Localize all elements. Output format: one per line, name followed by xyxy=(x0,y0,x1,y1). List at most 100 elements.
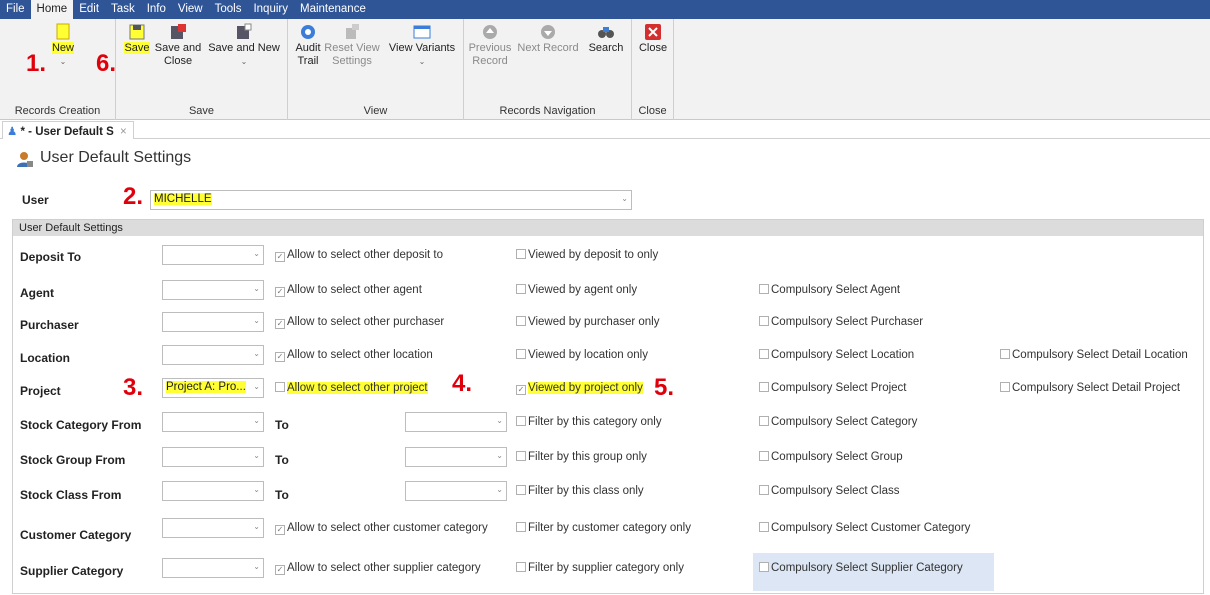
checkbox-label: Allow to select other supplier category xyxy=(287,562,481,574)
close-button[interactable]: Close xyxy=(638,23,668,55)
filter-by-customer-category-checkbox[interactable]: Filter by customer category only xyxy=(516,522,691,534)
stock-category-to-select[interactable]: ⌄ xyxy=(405,412,507,432)
annotation-3: 3. xyxy=(123,374,144,401)
chevron-down-icon[interactable]: ⌄ xyxy=(253,382,260,391)
chevron-down-icon[interactable]: ⌄ xyxy=(253,284,260,293)
menu-edit[interactable]: Edit xyxy=(73,0,105,19)
stock-class-from-select[interactable]: ⌄ xyxy=(162,481,264,501)
compulsory-project-checkbox[interactable]: Compulsory Select Project xyxy=(759,382,907,394)
checkbox-label: Compulsory Select Agent xyxy=(771,284,901,296)
save-and-close-button[interactable]: Save and Close xyxy=(152,23,204,68)
supplier-category-select[interactable]: ⌄ xyxy=(162,558,264,578)
compulsory-group-checkbox[interactable]: Compulsory Select Group xyxy=(759,451,903,463)
chevron-down-icon[interactable]: ⌄ xyxy=(253,522,260,531)
compulsory-supplier-category-checkbox[interactable]: Compulsory Select Supplier Category xyxy=(759,562,963,574)
chevron-down-icon[interactable]: ⌄ xyxy=(253,451,260,460)
save-and-new-button[interactable]: Save and New ⌄ xyxy=(206,23,282,68)
filter-by-category-checkbox[interactable]: Filter by this category only xyxy=(516,416,662,428)
viewed-by-project-checkbox[interactable]: ✓ Viewed by project only xyxy=(516,382,643,395)
compulsory-purchaser-checkbox[interactable]: Compulsory Select Purchaser xyxy=(759,316,923,328)
arrow-down-circle-icon xyxy=(541,25,555,39)
ribbon-group-label: Records Creation xyxy=(14,105,101,117)
user-select[interactable]: MICHELLE ⌄ xyxy=(150,190,632,210)
stock-group-to-select[interactable]: ⌄ xyxy=(405,447,507,467)
chevron-down-icon[interactable]: ⌄ xyxy=(253,485,260,494)
project-select[interactable]: Project A: Pro... ⌄ xyxy=(162,378,264,398)
allow-other-customer-category-checkbox[interactable]: ✓ Allow to select other customer category xyxy=(275,522,488,535)
reset-view-icon xyxy=(346,24,359,39)
chevron-down-icon[interactable]: ⌄ xyxy=(253,349,260,358)
reset-view-settings-button[interactable]: Reset View Settings xyxy=(324,23,380,68)
compulsory-location-checkbox[interactable]: Compulsory Select Location xyxy=(759,349,914,361)
audit-trail-button[interactable]: Audit Trail xyxy=(292,23,324,68)
chevron-down-icon[interactable]: ⌄ xyxy=(253,316,260,325)
menu-maintenance[interactable]: Maintenance xyxy=(294,0,372,19)
checkbox-label: Compulsory Select Detail Project xyxy=(1012,382,1181,394)
save-and-new-chevron-icon[interactable]: ⌄ xyxy=(206,55,282,68)
menu-info[interactable]: Info xyxy=(141,0,172,19)
ribbon-group-close: Close Close xyxy=(632,19,674,120)
allow-other-deposit-checkbox[interactable]: ✓ Allow to select other deposit to xyxy=(275,249,443,262)
menu-file[interactable]: File xyxy=(0,0,31,19)
viewed-by-purchaser-checkbox[interactable]: Viewed by purchaser only xyxy=(516,316,659,328)
ribbon-group-save: Save Save and Close Save and New ⌄ Save xyxy=(116,19,288,120)
checkbox-label: Compulsory Select Class xyxy=(771,485,900,497)
chevron-down-icon[interactable]: ⌄ xyxy=(496,416,503,425)
compulsory-customer-category-checkbox[interactable]: Compulsory Select Customer Category xyxy=(759,522,970,534)
chevron-down-icon[interactable]: ⌄ xyxy=(621,194,628,203)
new-dropdown-chevron-icon[interactable]: ⌄ xyxy=(48,55,78,68)
compulsory-agent-checkbox[interactable]: Compulsory Select Agent xyxy=(759,284,900,296)
search-button[interactable]: Search xyxy=(586,23,626,55)
stock-category-from-select[interactable]: ⌄ xyxy=(162,412,264,432)
allow-other-location-checkbox[interactable]: ✓ Allow to select other location xyxy=(275,349,433,362)
allow-other-purchaser-checkbox[interactable]: ✓ Allow to select other purchaser xyxy=(275,316,444,329)
filter-by-class-checkbox[interactable]: Filter by this class only xyxy=(516,485,644,497)
checkbox-icon xyxy=(516,316,526,326)
view-variants-chevron-icon[interactable]: ⌄ xyxy=(384,55,460,68)
allow-other-project-checkbox[interactable]: Allow to select other project xyxy=(275,382,428,394)
new-button[interactable]: New ⌄ xyxy=(48,23,78,68)
purchaser-select[interactable]: ⌄ xyxy=(162,312,264,332)
allow-other-supplier-category-checkbox[interactable]: ✓ Allow to select other supplier category xyxy=(275,562,481,575)
location-select[interactable]: ⌄ xyxy=(162,345,264,365)
compulsory-category-checkbox[interactable]: Compulsory Select Category xyxy=(759,416,917,428)
chevron-down-icon[interactable]: ⌄ xyxy=(253,249,260,258)
save-button[interactable]: Save xyxy=(122,23,152,55)
tab-user-default-settings[interactable]: ♟ * - User Default S × xyxy=(2,121,134,139)
filter-by-group-checkbox[interactable]: Filter by this group only xyxy=(516,451,647,463)
menu-home[interactable]: Home xyxy=(30,0,74,19)
menu-view[interactable]: View xyxy=(172,0,209,19)
view-variants-button[interactable]: View Variants ⌄ xyxy=(384,23,460,68)
deposit-to-select[interactable]: ⌄ xyxy=(162,245,264,265)
stock-class-to-select[interactable]: ⌄ xyxy=(405,481,507,501)
stock-group-from-select[interactable]: ⌄ xyxy=(162,447,264,467)
annotation-1: 1. xyxy=(26,50,47,77)
chevron-down-icon[interactable]: ⌄ xyxy=(496,485,503,494)
compulsory-detail-project-checkbox[interactable]: Compulsory Select Detail Project xyxy=(1000,382,1180,394)
checkbox-icon xyxy=(516,485,526,495)
customer-category-select[interactable]: ⌄ xyxy=(162,518,264,538)
checkbox-checked-icon: ✓ xyxy=(275,525,285,535)
viewed-by-deposit-checkbox[interactable]: Viewed by deposit to only xyxy=(516,249,658,261)
checkbox-icon xyxy=(516,562,526,572)
previous-record-button[interactable]: Previous Record xyxy=(468,23,512,68)
checkbox-icon xyxy=(516,416,526,426)
chevron-down-icon[interactable]: ⌄ xyxy=(253,562,260,571)
filter-by-supplier-category-checkbox[interactable]: Filter by supplier category only xyxy=(516,562,684,574)
compulsory-detail-location-checkbox[interactable]: Compulsory Select Detail Location xyxy=(1000,349,1188,361)
viewed-by-agent-checkbox[interactable]: Viewed by agent only xyxy=(516,284,637,296)
chevron-down-icon[interactable]: ⌄ xyxy=(496,451,503,460)
agent-label: Agent xyxy=(20,286,54,300)
checkbox-icon xyxy=(759,522,769,532)
tab-close-icon[interactable]: × xyxy=(120,126,127,138)
viewed-by-location-checkbox[interactable]: Viewed by location only xyxy=(516,349,648,361)
previous-record-label-1: Previous xyxy=(468,42,512,54)
compulsory-class-checkbox[interactable]: Compulsory Select Class xyxy=(759,485,899,497)
menu-inquiry[interactable]: Inquiry xyxy=(247,0,294,19)
menu-task[interactable]: Task xyxy=(105,0,141,19)
chevron-down-icon[interactable]: ⌄ xyxy=(253,416,260,425)
next-record-button[interactable]: Next Record xyxy=(516,23,580,55)
menu-tools[interactable]: Tools xyxy=(209,0,248,19)
allow-other-agent-checkbox[interactable]: ✓ Allow to select other agent xyxy=(275,284,422,297)
agent-select[interactable]: ⌄ xyxy=(162,280,264,300)
